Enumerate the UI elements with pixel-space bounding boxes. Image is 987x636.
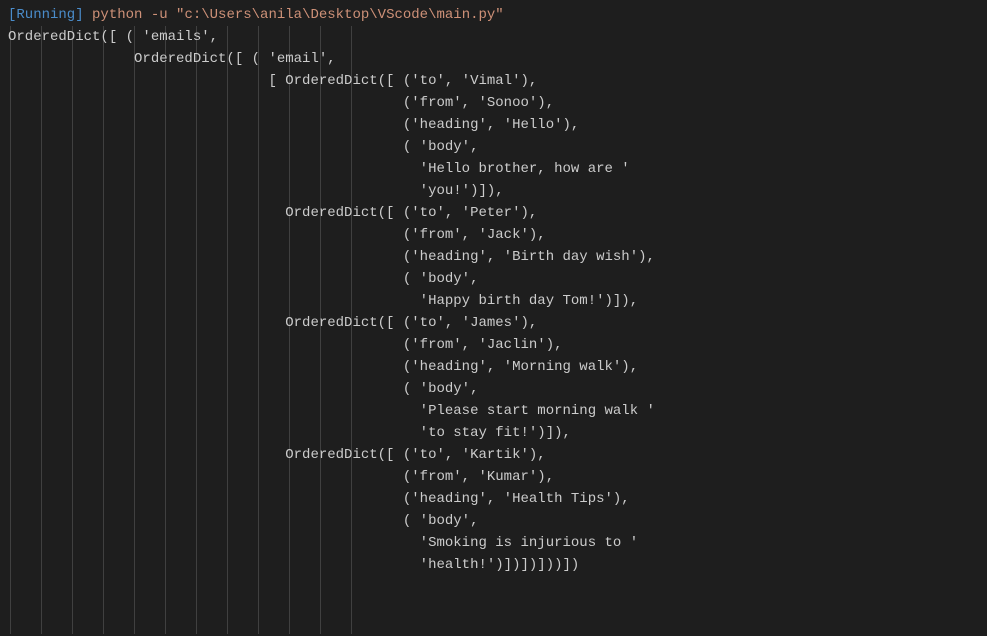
output-line: 'health!')])])]))]) [8,554,979,576]
terminal-output[interactable]: [Running] python -u "c:\Users\anila\Desk… [8,4,979,576]
run-header: [Running] python -u "c:\Users\anila\Desk… [8,4,979,26]
output-line: 'you!')]), [8,180,979,202]
output-line: ('heading', 'Birth day wish'), [8,246,979,268]
output-line: ('heading', 'Hello'), [8,114,979,136]
output-line: ('from', 'Jaclin'), [8,334,979,356]
output-line: OrderedDict([ ('to', 'Peter'), [8,202,979,224]
output-line: ( 'body', [8,378,979,400]
output-line: ( 'body', [8,136,979,158]
output-line: ('from', 'Jack'), [8,224,979,246]
output-body: OrderedDict([ ( 'emails', OrderedDict([ … [8,26,979,576]
output-line: 'Hello brother, how are ' [8,158,979,180]
output-line: ('from', 'Kumar'), [8,466,979,488]
output-line: ( 'body', [8,510,979,532]
output-line: 'Happy birth day Tom!')]), [8,290,979,312]
output-line: OrderedDict([ ('to', 'James'), [8,312,979,334]
output-line: ('from', 'Sonoo'), [8,92,979,114]
output-line: OrderedDict([ ( 'emails', [8,26,979,48]
output-line: 'Please start morning walk ' [8,400,979,422]
command-text: python -u "c:\Users\anila\Desktop\VScode… [92,7,504,23]
output-line: ( 'body', [8,268,979,290]
output-line: OrderedDict([ ('to', 'Kartik'), [8,444,979,466]
running-tag: [Running] [8,7,84,23]
output-line: [ OrderedDict([ ('to', 'Vimal'), [8,70,979,92]
output-line: 'to stay fit!')]), [8,422,979,444]
output-line: ('heading', 'Morning walk'), [8,356,979,378]
output-line: OrderedDict([ ( 'email', [8,48,979,70]
output-line: 'Smoking is injurious to ' [8,532,979,554]
output-line: ('heading', 'Health Tips'), [8,488,979,510]
